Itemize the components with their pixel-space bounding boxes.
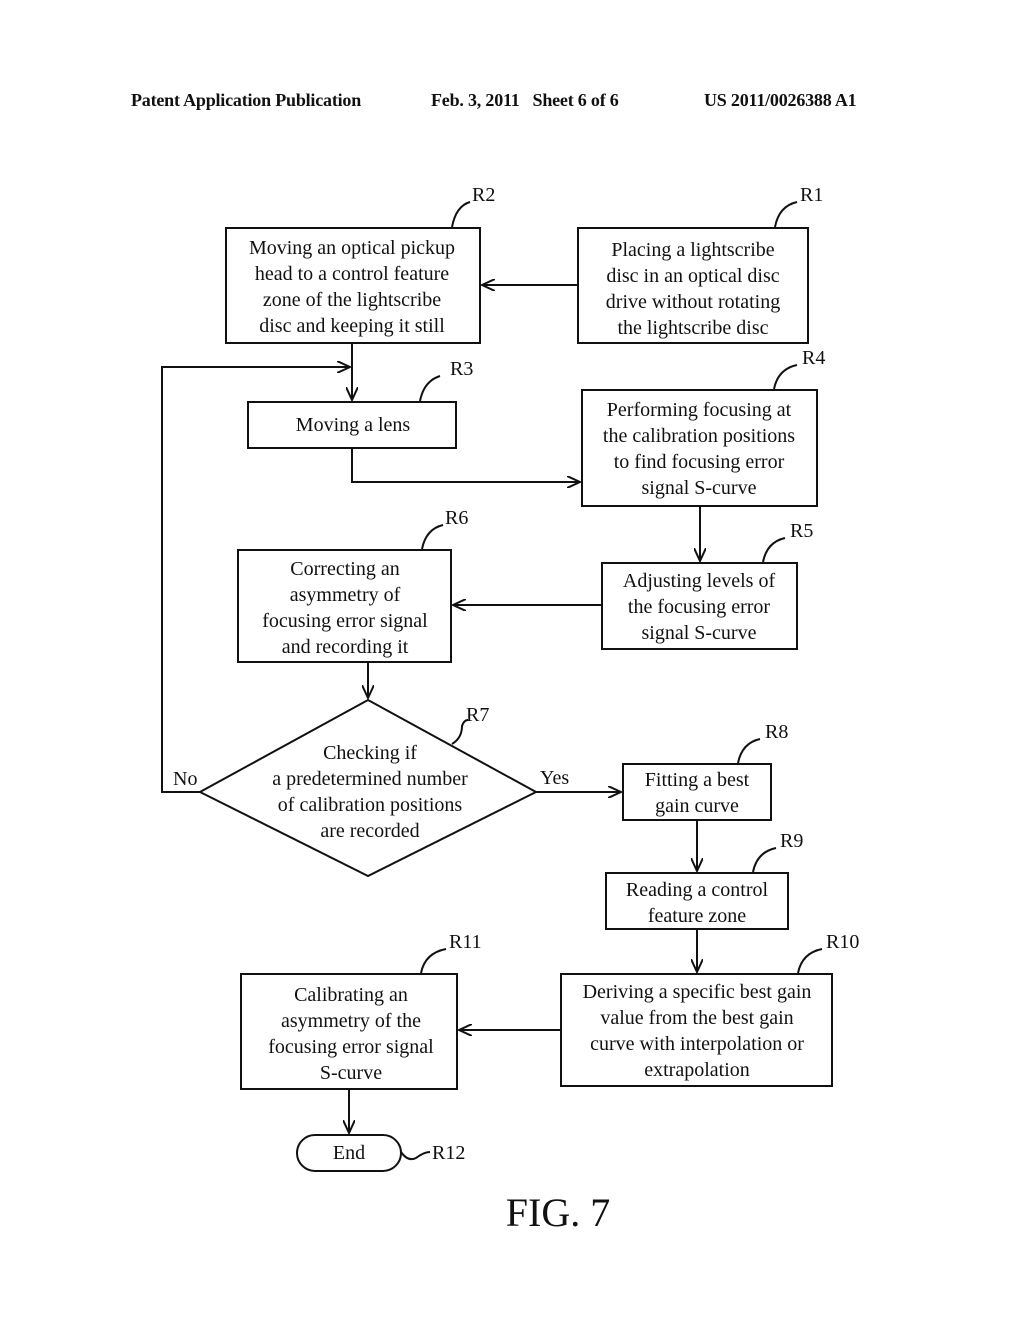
svg-text:Placing a lightscribe: Placing a lightscribe: [611, 239, 774, 261]
leader-R4: [773, 364, 798, 390]
svg-text:asymmetry of the: asymmetry of the: [281, 1010, 421, 1032]
leader-R10: [797, 948, 823, 974]
svg-text:to find focusing error: to find focusing error: [614, 451, 785, 473]
ref-label-R11: R11: [449, 931, 482, 953]
leader-R8: [737, 738, 761, 764]
svg-text:End: End: [333, 1142, 365, 1164]
ref-label-R6: R6: [445, 507, 468, 529]
svg-text:Moving a lens: Moving a lens: [296, 414, 411, 436]
svg-text:feature zone: feature zone: [648, 905, 746, 927]
ref-label-R7: R7: [466, 704, 489, 726]
ref-label-R8: R8: [765, 721, 788, 743]
arrow-R3-to-R4: [351, 448, 580, 482]
svg-text:disc in an optical disc: disc in an optical disc: [606, 265, 779, 287]
svg-text:Moving an optical pickup: Moving an optical pickup: [249, 237, 455, 259]
svg-text:S-curve: S-curve: [320, 1062, 382, 1084]
svg-text:zone of the lightscribe: zone of the lightscribe: [263, 289, 441, 311]
ref-label-R5: R5: [790, 520, 813, 542]
leader-R1: [774, 201, 798, 228]
svg-text:Fitting a best: Fitting a best: [645, 769, 750, 791]
ref-label-R10: R10: [826, 931, 859, 953]
leader-R3: [419, 375, 441, 402]
svg-text:Calibrating an: Calibrating an: [294, 984, 408, 1006]
figure-caption: FIG. 7: [506, 1190, 610, 1235]
svg-text:Checking if: Checking if: [323, 742, 417, 764]
svg-text:and recording it: and recording it: [282, 636, 409, 658]
step-text-R12: End: [333, 1142, 365, 1164]
svg-text:Correcting an: Correcting an: [290, 558, 399, 580]
svg-text:signal S-curve: signal S-curve: [642, 477, 757, 499]
ref-label-R1: R1: [800, 184, 823, 206]
leader-R11: [420, 948, 447, 974]
svg-text:drive without rotating: drive without rotating: [606, 291, 780, 313]
svg-text:of calibration positions: of calibration positions: [278, 794, 463, 816]
svg-text:Adjusting levels of: Adjusting levels of: [623, 570, 776, 592]
svg-text:Deriving a specific best gain: Deriving a specific best gain: [583, 981, 812, 1003]
ref-label-R2: R2: [472, 184, 495, 206]
svg-text:Reading a control: Reading a control: [626, 879, 769, 901]
svg-text:asymmetry of: asymmetry of: [290, 584, 401, 606]
leader-R5: [762, 537, 786, 563]
svg-text:are recorded: are recorded: [320, 820, 419, 842]
svg-text:curve with interpolation or: curve with interpolation or: [590, 1033, 804, 1055]
svg-text:gain curve: gain curve: [655, 795, 739, 817]
step-text-R3: Moving a lens: [296, 414, 411, 436]
svg-text:Performing focusing at: Performing focusing at: [607, 399, 792, 421]
branch-label-yes: Yes: [540, 767, 569, 789]
svg-text:focusing error signal: focusing error signal: [268, 1036, 434, 1058]
svg-text:signal S-curve: signal S-curve: [642, 622, 757, 644]
svg-text:a predetermined number: a predetermined number: [272, 768, 468, 790]
ref-label-R12: R12: [432, 1142, 465, 1164]
leader-R6: [421, 524, 444, 550]
svg-text:extrapolation: extrapolation: [644, 1059, 750, 1081]
svg-text:the lightscribe disc: the lightscribe disc: [617, 317, 768, 339]
svg-text:the focusing error: the focusing error: [628, 596, 771, 618]
ref-label-R3: R3: [450, 358, 473, 380]
branch-label-no: No: [173, 768, 197, 790]
ref-label-R4: R4: [802, 347, 825, 369]
svg-text:disc and keeping it still: disc and keeping it still: [259, 315, 445, 337]
svg-text:value from the best gain: value from the best gain: [600, 1007, 793, 1029]
svg-text:focusing error signal: focusing error signal: [262, 610, 428, 632]
flowchart: R2 R1 R3 R4 R6 R5 R7 R8 R9 R10 R11 R12 N…: [161, 184, 859, 1235]
ref-label-R9: R9: [780, 830, 803, 852]
leader-R9: [752, 847, 777, 873]
step-text-R5: Adjusting levels of the focusing error s…: [623, 570, 776, 644]
svg-text:the calibration positions: the calibration positions: [603, 425, 795, 447]
leader-R2: [451, 201, 471, 228]
svg-text:head to a control feature: head to a control feature: [255, 263, 449, 285]
leader-R12: [400, 1151, 431, 1161]
